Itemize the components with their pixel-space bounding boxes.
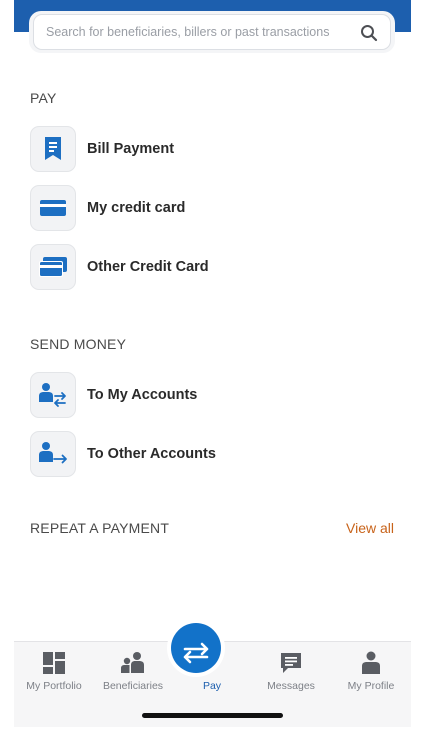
nav-beneficiaries[interactable]: Beneficiaries	[93, 642, 173, 702]
stacked-cards-icon	[39, 257, 67, 277]
to-other-accounts-label: To Other Accounts	[87, 446, 216, 462]
other-credit-card-icon-tile	[30, 244, 76, 290]
my-credit-card-icon-tile	[30, 185, 76, 231]
person-transfer-icon	[39, 383, 66, 407]
bill-payment-icon-tile	[30, 126, 76, 172]
person-send-icon	[39, 442, 67, 464]
search-bar	[29, 11, 395, 53]
repeat-payment-section-title: REPEAT A PAYMENT	[30, 520, 170, 536]
nav-messages-label: Messages	[267, 680, 315, 692]
pay-active-bubble	[171, 623, 221, 673]
people-icon	[121, 652, 144, 673]
search-input[interactable]	[46, 15, 346, 49]
my-credit-card-label: My credit card	[87, 200, 186, 216]
my-credit-card-item[interactable]: My credit card	[30, 184, 370, 232]
nav-my-portfolio[interactable]: My Portfolio	[14, 642, 94, 702]
other-credit-card-label: Other Credit Card	[87, 259, 209, 275]
home-indicator	[142, 713, 283, 718]
nav-pay[interactable]: Pay	[171, 623, 252, 702]
to-other-accounts-icon-tile	[30, 431, 76, 477]
bill-payment-label: Bill Payment	[87, 141, 175, 157]
to-my-accounts-icon-tile	[30, 372, 76, 418]
nav-my-profile[interactable]: My Profile	[331, 642, 411, 702]
to-my-accounts-item[interactable]: To My Accounts	[30, 371, 370, 419]
nav-my-profile-label: My Profile	[347, 680, 395, 692]
to-my-accounts-label: To My Accounts	[87, 387, 198, 403]
bottom-nav: My Portfolio Beneficiaries Pay Messages	[14, 623, 411, 727]
search-icon[interactable]	[360, 24, 378, 42]
pay-section-title: PAY	[30, 90, 57, 106]
bill-payment-item[interactable]: Bill Payment	[30, 125, 370, 173]
person-icon	[362, 651, 380, 674]
view-all-link[interactable]: View all	[346, 520, 394, 536]
nav-beneficiaries-label: Beneficiaries	[102, 680, 164, 692]
other-credit-card-item[interactable]: Other Credit Card	[30, 243, 370, 291]
credit-card-icon	[40, 200, 66, 216]
chat-icon	[281, 653, 301, 673]
receipt-icon	[45, 137, 61, 160]
to-other-accounts-item[interactable]: To Other Accounts	[30, 430, 370, 478]
transfer-arrows-icon	[183, 642, 209, 663]
nav-my-portfolio-label: My Portfolio	[26, 680, 82, 692]
nav-messages[interactable]: Messages	[251, 642, 331, 702]
nav-pay-label: Pay	[202, 680, 222, 692]
search-box[interactable]	[33, 14, 391, 50]
send-money-section-title: SEND MONEY	[30, 336, 127, 352]
dashboard-icon	[43, 652, 65, 674]
